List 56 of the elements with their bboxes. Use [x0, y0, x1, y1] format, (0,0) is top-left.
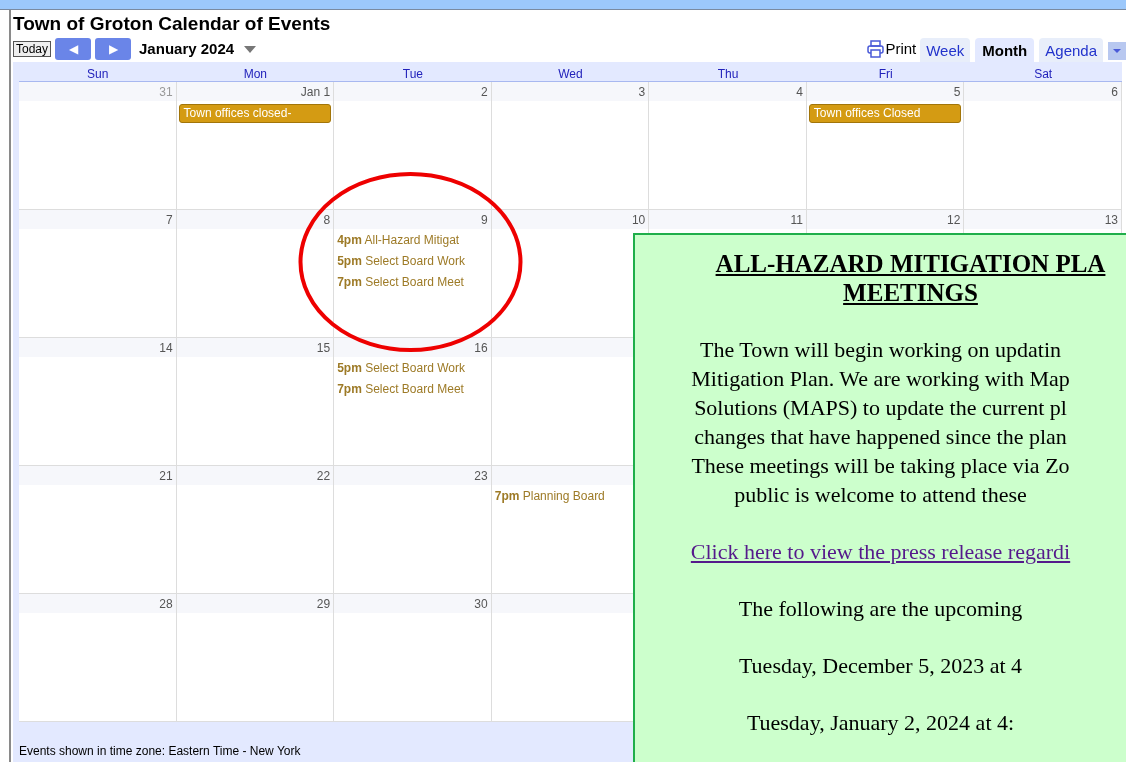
day-number: 30 — [474, 595, 488, 613]
weekday-header: Tue — [402, 67, 424, 81]
day-number: Jan 1 — [300, 83, 331, 101]
timed-event[interactable]: 4pm All-Hazard Mitigat — [336, 232, 489, 248]
day-number: 2 — [481, 83, 488, 101]
meeting-date: Tuesday, January 2, 2024 at 4: — [746, 709, 1015, 737]
dropdown-caret-icon[interactable] — [1108, 42, 1126, 60]
day-number: 16 — [474, 339, 488, 357]
day-number: 22 — [316, 467, 331, 485]
printer-icon — [867, 40, 885, 58]
day-number: 12 — [947, 211, 961, 229]
print-button[interactable]: Print — [867, 37, 917, 61]
day-number: 8 — [323, 211, 331, 229]
weekday-header: Sun — [87, 67, 109, 81]
all-day-event[interactable]: Town offices closed- — [178, 104, 331, 123]
day-number: 13 — [1104, 211, 1118, 229]
view-tab[interactable]: Month — [975, 38, 1035, 64]
press-release-link[interactable]: Click here to view the press release regardi — [690, 537, 1071, 566]
announcement-paragraph: The Town will begin working on updatin Mitigation Plan. We are working with Map Solutions (MAPS) to update the current pl changes that have happened since the plan These meetings will be taking place via Zo public is welcome to attend these — [691, 336, 1070, 509]
announcement-heading: ALL-HAZARD MITIGATION PLA MEETINGS — [715, 249, 1106, 307]
day-number: 23 — [474, 467, 488, 485]
day-number: 9 — [481, 211, 488, 229]
day-number: 11 — [790, 211, 803, 229]
day-number: 10 — [631, 211, 646, 229]
view-tab[interactable]: Agenda — [1039, 38, 1103, 64]
previous-button[interactable]: ◀ — [55, 38, 92, 60]
day-number: 3 — [638, 83, 646, 101]
day-number: 31 — [159, 83, 173, 101]
timed-event[interactable]: 5pm Select Board Work — [336, 253, 489, 269]
weekday-header: Mon — [243, 67, 267, 81]
calendar-title: Town of Groton Calendar of Events — [13, 12, 331, 36]
day-number: 28 — [159, 595, 173, 613]
day-number: 5 — [953, 83, 961, 101]
dropdown-caret-icon[interactable] — [244, 45, 257, 53]
day-number: 7 — [165, 211, 173, 229]
weekday-header: Thu — [717, 67, 739, 81]
view-tab[interactable]: Week — [920, 38, 971, 64]
all-day-event[interactable]: Town offices Closed — [808, 104, 961, 123]
weekday-header: Sat — [1034, 67, 1053, 81]
timed-event[interactable]: 5pm Select Board Work — [336, 360, 489, 376]
next-button[interactable]: ▶ — [95, 38, 132, 60]
upcoming-intro: The following are the upcoming — [738, 595, 1023, 623]
weekday-header: Fri — [878, 67, 893, 81]
meeting-date: Tuesday, December 5, 2023 at 4 — [738, 652, 1023, 680]
today-button[interactable]: Today — [13, 41, 52, 57]
day-number: 15 — [316, 339, 331, 357]
weekday-header: Wed — [558, 67, 583, 81]
month-label: January 2024 — [139, 38, 235, 59]
day-number: 29 — [316, 595, 331, 613]
day-number: 4 — [796, 83, 803, 101]
day-number: 21 — [159, 467, 173, 485]
timed-event[interactable]: 7pm Select Board Meet — [336, 381, 489, 397]
timezone-note: Events shown in time zone: Eastern Time - New York — [19, 743, 301, 760]
day-number: 6 — [1111, 83, 1118, 101]
day-number: 14 — [159, 339, 173, 357]
timed-event[interactable]: 7pm Select Board Meet — [336, 274, 489, 290]
